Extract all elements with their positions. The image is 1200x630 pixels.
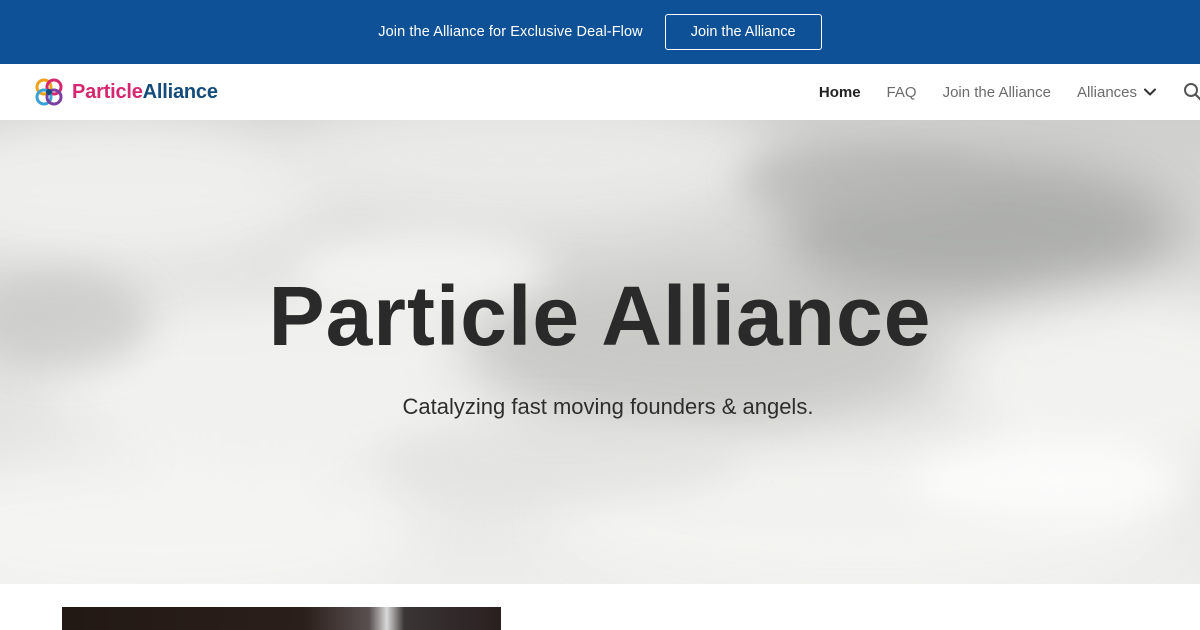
chevron-down-icon — [1144, 88, 1156, 96]
nav-item-join-the-alliance[interactable]: Join the Alliance — [943, 84, 1051, 101]
particle-alliance-logo-icon — [35, 78, 63, 106]
content-photo — [62, 607, 501, 630]
banner-text: Join the Alliance for Exclusive Deal-Flo… — [378, 24, 643, 40]
logo-text-particle: Particle — [72, 80, 143, 103]
main-nav: Home FAQ Join the Alliance Alliances — [793, 64, 1200, 120]
site-header: ParticleAlliance Home FAQ Join the Allia… — [0, 64, 1200, 120]
logo-text: ParticleAlliance — [72, 81, 218, 104]
site-logo[interactable]: ParticleAlliance — [32, 75, 218, 109]
nav-item-alliances-label: Alliances — [1076, 83, 1137, 101]
search-icon[interactable] — [1182, 81, 1200, 103]
nav-item-alliances[interactable]: Alliances — [1077, 84, 1156, 101]
logo-text-alliance: Alliance — [142, 80, 218, 103]
hero-title: Particle Alliance — [268, 269, 932, 363]
nav-item-home[interactable]: Home — [819, 84, 861, 101]
hero-section: Particle Alliance Catalyzing fast moving… — [0, 120, 1200, 584]
hero-subtitle: Catalyzing fast moving founders & angels… — [402, 394, 814, 419]
nav-item-faq[interactable]: FAQ — [887, 84, 917, 101]
announcement-banner: Join the Alliance for Exclusive Deal-Flo… — [0, 0, 1200, 64]
join-alliance-banner-button[interactable]: Join the Alliance — [664, 14, 822, 50]
